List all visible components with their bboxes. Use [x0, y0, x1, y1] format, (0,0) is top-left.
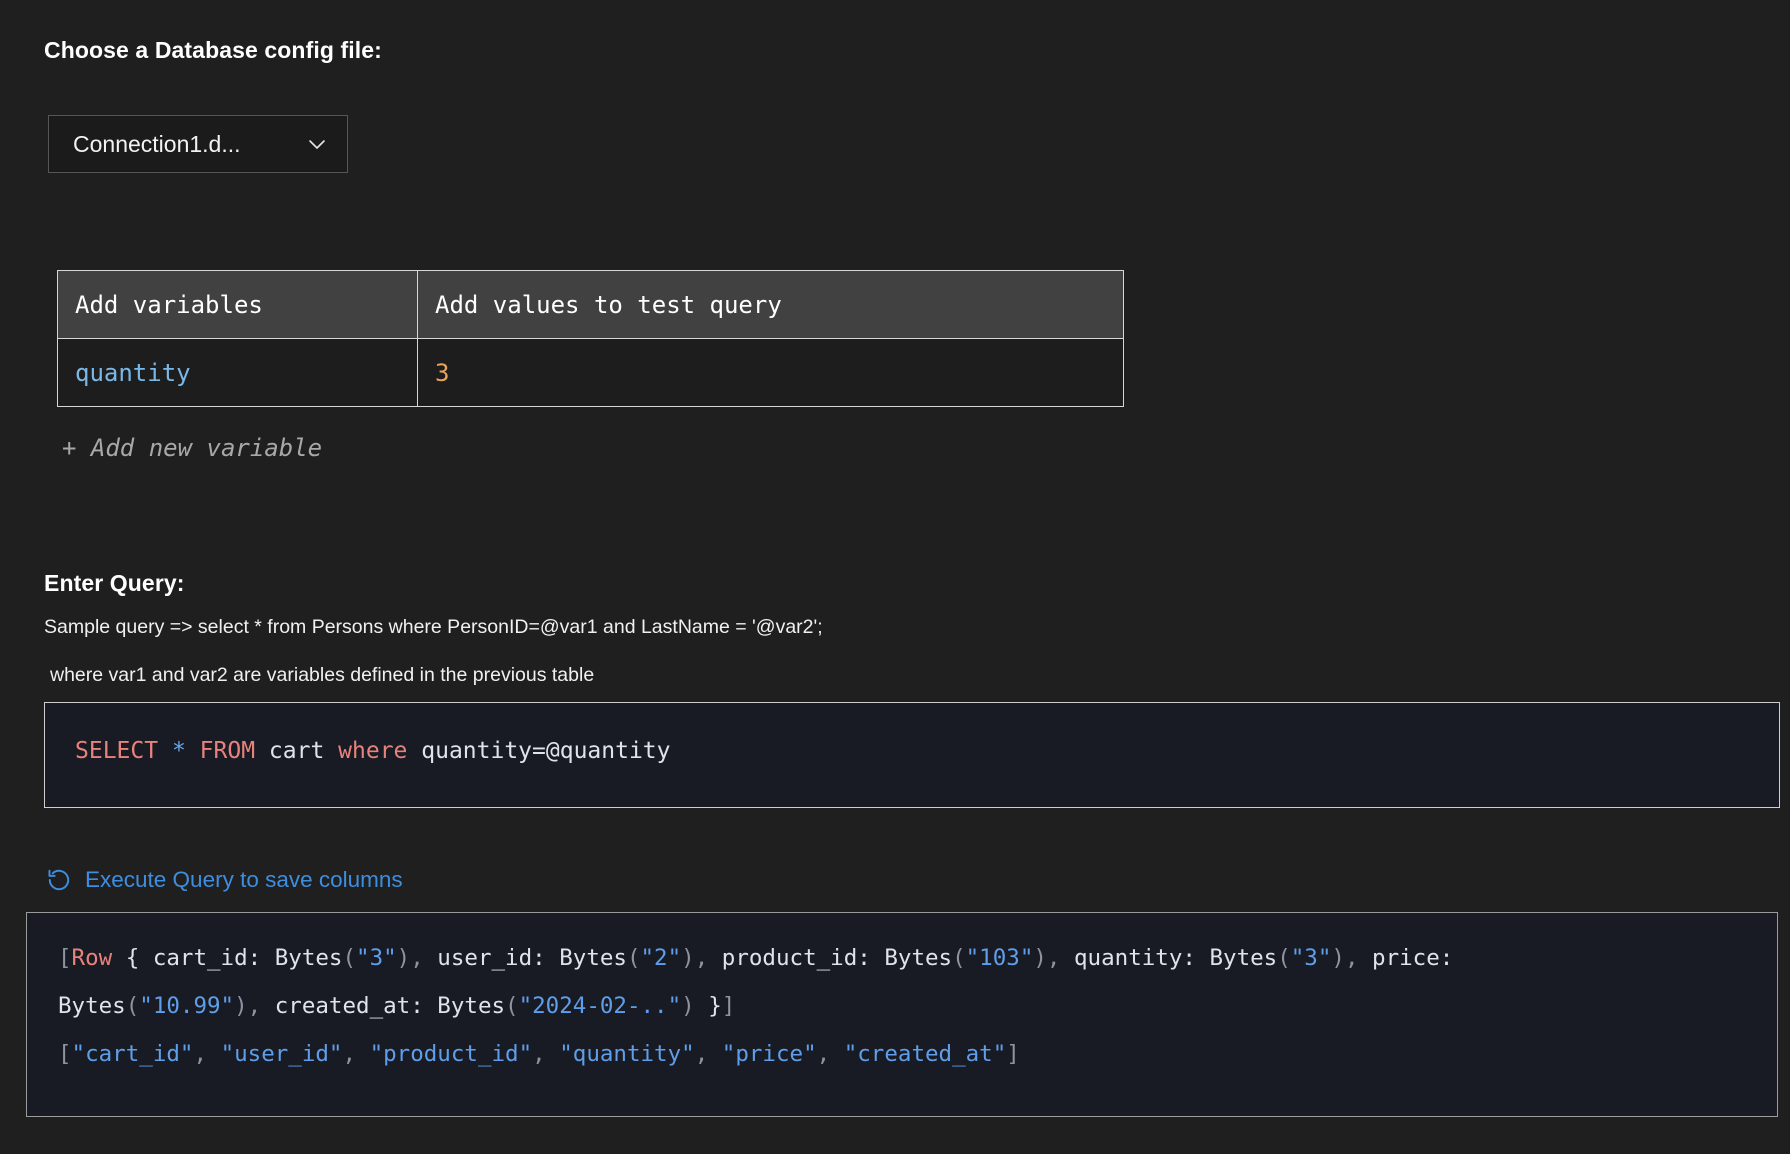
table-row: quantity 3 — [58, 339, 1124, 407]
query-editor-text: SELECT * FROM cart where quantity=@quant… — [75, 738, 671, 764]
output-line: Bytes("10.99"), created_at: Bytes("2024-… — [58, 993, 735, 1019]
variable-value-cell[interactable]: 3 — [418, 339, 1124, 407]
rotate-left-icon — [46, 867, 72, 893]
execute-query-button[interactable]: Execute Query to save columns — [46, 860, 403, 900]
output-line: ["cart_id", "user_id", "product_id", "qu… — [58, 1041, 1020, 1067]
execute-query-label: Execute Query to save columns — [85, 867, 403, 893]
chevron-down-icon — [305, 132, 329, 156]
database-config-select[interactable]: Connection1.d... — [48, 115, 348, 173]
output-line: [Row { cart_id: Bytes("3"), user_id: Byt… — [58, 945, 1453, 971]
sample-query-hint: Sample query => select * from Persons wh… — [44, 616, 823, 639]
variables-note-hint: where var1 and var2 are variables define… — [50, 664, 594, 687]
database-config-label: Choose a Database config file: — [44, 37, 382, 64]
column-header-add-variables: Add variables — [58, 271, 418, 339]
query-editor[interactable]: SELECT * FROM cart where quantity=@quant… — [44, 702, 1780, 808]
query-output-panel: [Row { cart_id: Bytes("3"), user_id: Byt… — [26, 912, 1778, 1117]
add-new-variable-button[interactable]: + Add new variable — [62, 434, 322, 462]
variable-name-cell[interactable]: quantity — [58, 339, 418, 407]
enter-query-label: Enter Query: — [44, 570, 185, 597]
database-config-select-value: Connection1.d... — [73, 131, 305, 158]
column-header-add-values: Add values to test query — [418, 271, 1124, 339]
table-header-row: Add variables Add values to test query — [58, 271, 1124, 339]
database-config-panel: Choose a Database config file: Connectio… — [0, 0, 1790, 1154]
variables-table: Add variables Add values to test query q… — [57, 270, 1124, 407]
